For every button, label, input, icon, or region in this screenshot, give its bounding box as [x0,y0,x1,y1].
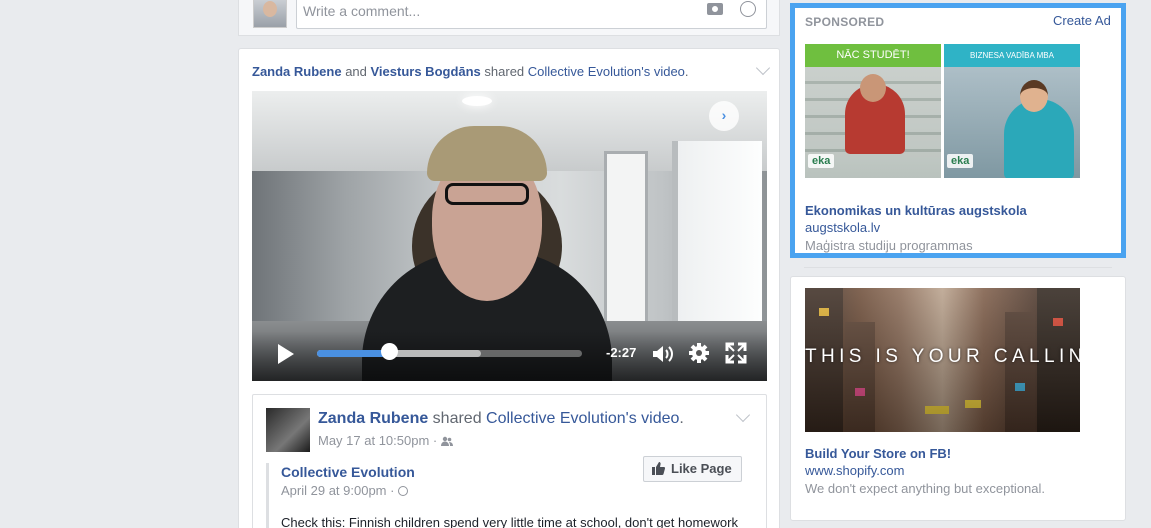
globe-icon [398,486,409,496]
feed-post: Zanda Rubene and Viesturs Bogdāns shared… [238,48,780,528]
actor-link[interactable]: Zanda Rubene [318,410,428,427]
ad-image-person [1020,80,1048,112]
divider [804,267,1112,268]
volume-icon[interactable] [652,344,674,364]
video-link[interactable]: video [654,64,685,79]
like-page-label: Like Page [671,461,732,476]
sponsored-ad: SPONSORED Create Ad NĀC STUDĒT! eka BIZN… [790,3,1126,258]
post-timestamp: April 29 at 9:00pm · [281,483,409,498]
chevron-down-icon[interactable] [735,407,751,423]
next-video-button[interactable]: › [709,101,739,131]
post-header-text: and [341,64,371,79]
post-text: Check this: Finnish children spend very … [281,515,738,528]
thumbs-up-icon [652,462,665,475]
video-link[interactable]: video [641,410,679,427]
comment-row: Write a comment... [238,0,780,36]
like-page-button[interactable]: Like Page [643,456,742,482]
comment-input[interactable]: Write a comment... [296,0,767,29]
ad-url[interactable]: augstskola.lv [805,220,880,235]
play-icon[interactable] [278,344,294,364]
video-scrubber-handle[interactable] [380,343,398,360]
create-ad-link[interactable]: Create Ad [1053,13,1111,28]
ad-image-text: THIS IS YOUR CALLING [805,346,1080,367]
sponsored-ad: THIS IS YOUR CALLING Build Your Store on… [790,276,1126,521]
ad-url[interactable]: www.shopify.com [805,463,904,478]
post-header-text: . [679,410,684,427]
ad-image-banner: BIZNESA VADĪBA MBA [944,44,1080,67]
original-post: Collective Evolution April 29 at 9:00pm … [266,456,756,528]
friends-icon [440,436,453,446]
actor-link[interactable]: Zanda Rubene [252,64,342,79]
ad-description: Maģistra studiju programmas [805,238,973,253]
page-link[interactable]: Collective Evolution [486,410,626,427]
page-link[interactable]: Collective Evolution [528,64,641,79]
page-link[interactable]: Collective Evolution [281,464,415,480]
camera-icon[interactable] [707,3,723,15]
shared-post-header: Zanda Rubene shared Collective Evolution… [318,410,684,428]
eka-logo: eka [808,154,835,168]
video-frame [445,183,529,205]
comment-placeholder: Write a comment... [303,3,421,19]
post-header-text: shared [480,64,528,79]
timestamp-link[interactable]: April 29 at 9:00pm · [281,483,398,498]
ad-image-person [860,74,886,102]
eka-logo: eka [947,154,974,168]
video-frame [462,96,492,106]
video-progress-bar[interactable] [317,350,582,357]
post-header-text: . [684,64,689,79]
avatar[interactable] [253,0,287,28]
ad-image[interactable]: THIS IS YOUR CALLING [805,288,1080,432]
emoji-icon[interactable] [740,1,756,17]
shared-post: Zanda Rubene shared Collective Evolution… [252,394,767,528]
timestamp-link[interactable]: May 17 at 10:50pm · [318,433,441,448]
chevron-down-icon[interactable] [755,60,771,76]
ad-title[interactable]: Ekonomikas un kultūras augstskola [805,203,1027,218]
video-time-remaining: -2:27 [606,345,637,360]
avatar[interactable] [266,408,310,452]
post-header-text: 's [625,410,642,427]
ad-image[interactable]: BIZNESA VADĪBA MBA eka [944,44,1080,178]
video-frame [604,151,648,331]
gear-icon[interactable] [688,342,710,364]
fullscreen-icon[interactable] [725,342,747,364]
sponsored-label: SPONSORED [805,15,885,29]
post-header: Zanda Rubene and Viesturs Bogdāns shared… [252,64,689,79]
video-frame [672,141,762,351]
ad-image-banner: NĀC STUDĒT! [805,44,941,67]
post-timestamp: May 17 at 10:50pm · [318,433,453,448]
video-progress-fill [317,350,389,357]
actor-link[interactable]: Viesturs Bogdāns [371,64,481,79]
ad-title[interactable]: Build Your Store on FB! [805,446,951,461]
ad-image[interactable]: NĀC STUDĒT! eka [805,44,941,178]
video-player[interactable]: › -2:27 [252,91,767,381]
post-header-text: shared [428,410,487,427]
post-header-text: 's [641,64,654,79]
ad-description: We don't expect anything but exceptional… [805,481,1046,496]
